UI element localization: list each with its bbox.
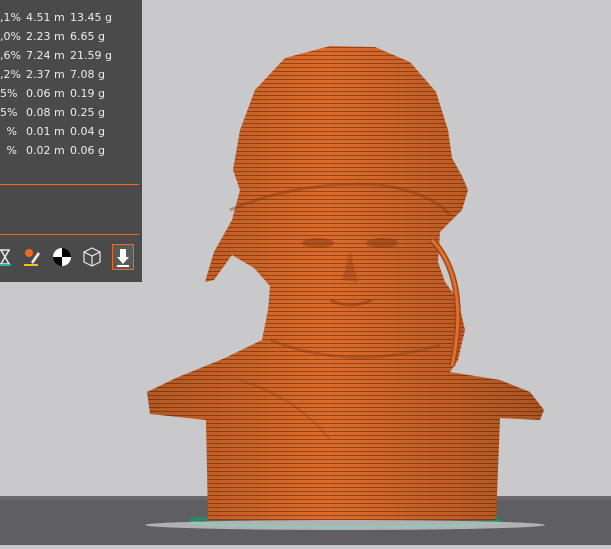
stat-length: 7.24 m	[26, 49, 65, 62]
stat-length: 2.37 m	[26, 68, 65, 81]
stat-length: 0.06 m	[26, 87, 65, 100]
stat-length: 4.51 m	[26, 11, 65, 24]
stat-percent: ,0%	[0, 30, 21, 43]
stat-percent: %	[6, 125, 17, 138]
sliced-model	[147, 46, 544, 520]
hourglass-icon[interactable]	[0, 244, 16, 270]
stat-percent: ,2%	[0, 68, 21, 81]
stat-length: 2.23 m	[26, 30, 65, 43]
panel-divider	[0, 234, 139, 235]
stat-weight: 0.25 g	[70, 106, 105, 119]
stat-length: 0.01 m	[26, 125, 65, 138]
stat-weight: 6.65 g	[70, 30, 105, 43]
cube-wireframe-icon[interactable]	[81, 244, 103, 270]
stat-percent: ,1%	[0, 11, 21, 24]
stat-percent: ,6%	[0, 49, 21, 62]
paint-icon[interactable]	[21, 244, 43, 270]
stat-percent: %	[6, 144, 17, 157]
stat-weight: 13.45 g	[70, 11, 112, 24]
panel-divider	[0, 184, 139, 185]
stat-percent: 5%	[0, 106, 18, 119]
color-wheel-icon[interactable]	[51, 244, 73, 270]
stat-weight: 0.04 g	[70, 125, 105, 138]
stat-weight: 0.19 g	[70, 87, 105, 100]
export-arrow-icon[interactable]	[112, 244, 134, 270]
sliced-info-panel: ,1% 4.51 m 13.45 g ,0% 2.23 m 6.65 g ,6%…	[0, 0, 142, 282]
stat-weight: 7.08 g	[70, 68, 105, 81]
stat-length: 0.08 m	[26, 106, 65, 119]
stat-length: 0.02 m	[26, 144, 65, 157]
stat-percent: 5%	[0, 87, 18, 100]
stat-weight: 21.59 g	[70, 49, 112, 62]
stat-weight: 0.06 g	[70, 144, 105, 157]
